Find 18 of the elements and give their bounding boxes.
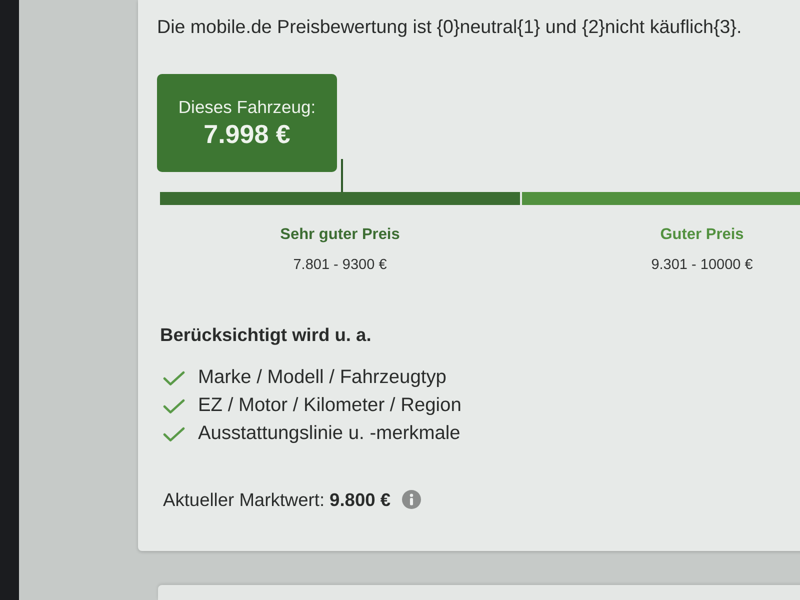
market-value-amount: 9.800 € [330,488,391,512]
check-icon [163,370,185,386]
rating-note: Die mobile.de Preisbewertung ist {0}neutral{1} und {2}nicht käuflich{3}. [157,15,743,39]
price-range-label: Sehr guter Preis [280,225,400,245]
price-range-values: 9.301 - 10000 € [651,256,753,275]
criteria-item: Ausstattungslinie u. -merkmale [198,422,460,446]
criteria-item: Marke / Modell / Fahrzeugtyp [198,366,446,390]
info-icon [402,490,421,510]
price-tag-label: Dieses Fahrzeug: [178,96,316,118]
price-marker-line [341,159,343,192]
price-range-values: 7.801 - 9300 € [293,256,387,275]
market-value-label: Aktueller Marktwert: [163,488,325,512]
check-icon [163,426,185,442]
criteria-item: EZ / Motor / Kilometer / Region [198,394,462,418]
price-tag-amount: 7.998 € [204,118,290,150]
criteria-heading: Berücksichtigt wird u. a. [160,323,372,347]
price-range-label: Guter Preis [660,225,744,245]
check-icon [163,398,185,414]
